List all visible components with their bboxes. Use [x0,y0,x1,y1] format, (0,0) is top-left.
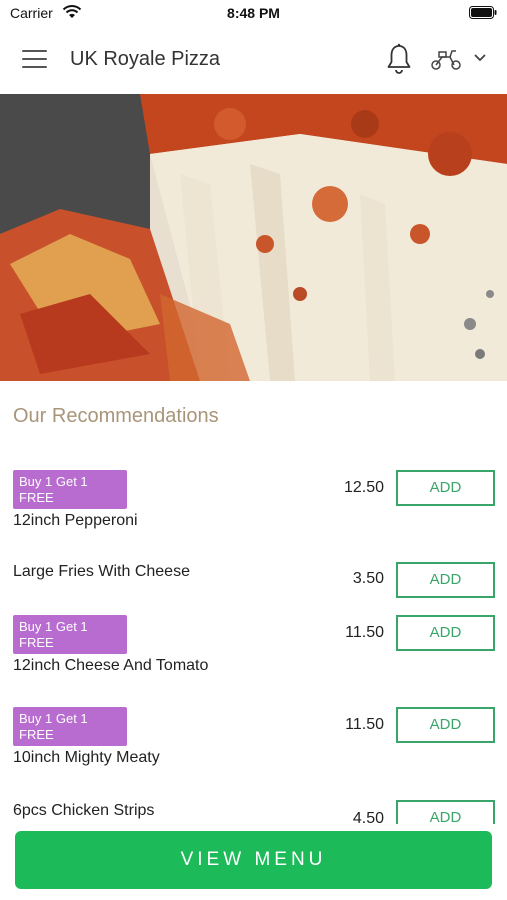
list-item: 6pcs Chicken Strips 4.50 ADD [0,800,507,824]
status-time: 8:48 PM [227,5,280,21]
battery-icon [469,6,497,19]
item-price: 11.50 [345,624,384,641]
item-name: Large Fries With Cheese [13,563,190,580]
promo-badge: Buy 1 Get 1 FREE [13,707,127,746]
item-price: 4.50 [352,810,384,824]
bell-icon[interactable] [386,43,412,75]
recommendation-list: Buy 1 Get 1 FREE 12inch Pepperoni 12.50 … [0,440,507,824]
add-button[interactable]: ADD [396,470,495,506]
add-button[interactable]: ADD [396,707,495,743]
item-name: 12inch Cheese And Tomato [13,657,209,674]
promo-badge: Buy 1 Get 1 FREE [13,615,127,654]
promo-badge: Buy 1 Get 1 FREE [13,470,127,509]
list-item: Large Fries With Cheese 3.50 ADD [0,560,507,600]
item-price: 3.50 [352,570,384,587]
list-item: Buy 1 Get 1 FREE 10inch Mighty Meaty 11.… [0,707,507,777]
hamburger-menu-icon[interactable] [22,50,47,70]
app-header: UK Royale Pizza [0,30,507,92]
add-button[interactable]: ADD [396,800,495,824]
section-title: Our Recommendations [13,405,219,427]
add-button[interactable]: ADD [396,562,495,598]
add-button[interactable]: ADD [396,615,495,651]
item-name: 6pcs Chicken Strips [13,802,155,819]
chevron-down-icon[interactable] [473,53,487,63]
hero-pizza-image [0,94,507,381]
item-name: 10inch Mighty Meaty [13,749,160,766]
app-title: UK Royale Pizza [70,48,221,70]
item-name: 12inch Pepperoni [13,512,138,529]
status-bar: Carrier 8:48 PM [0,0,507,26]
item-price: 11.50 [345,716,384,733]
view-menu-button[interactable]: VIEW MENU [15,831,492,889]
list-item: Buy 1 Get 1 FREE 12inch Cheese And Tomat… [0,615,507,685]
delivery-scooter-icon[interactable] [430,47,462,71]
item-price: 12.50 [343,479,384,496]
list-item: Buy 1 Get 1 FREE 12inch Pepperoni 12.50 … [0,470,507,540]
